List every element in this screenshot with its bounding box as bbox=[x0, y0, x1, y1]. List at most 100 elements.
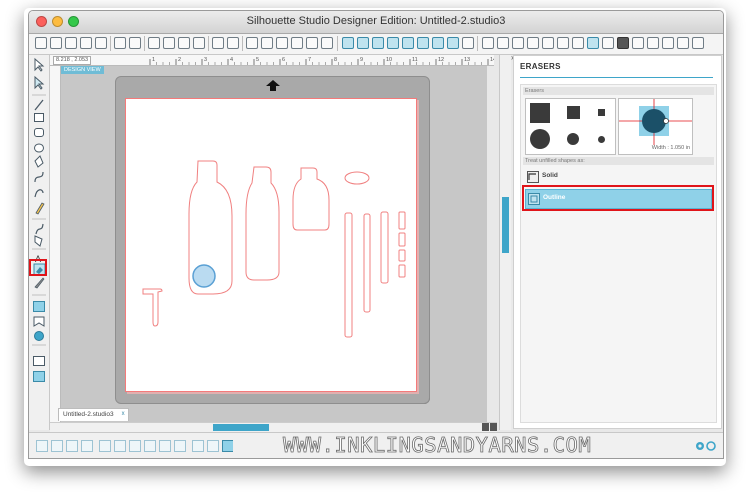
layer-panel-icon[interactable] bbox=[222, 440, 234, 452]
fill-gradient-icon[interactable] bbox=[402, 37, 414, 49]
modify-icon[interactable] bbox=[512, 37, 524, 49]
zoom-fit-icon[interactable] bbox=[291, 37, 303, 49]
store-icon[interactable] bbox=[572, 37, 584, 49]
library-tool-icon[interactable] bbox=[33, 356, 45, 366]
scroll-left-icon[interactable] bbox=[482, 423, 489, 431]
cut-view-tool-icon[interactable] bbox=[33, 316, 45, 327]
knife-tool-icon[interactable] bbox=[34, 277, 45, 289]
page-settings-icon[interactable] bbox=[357, 37, 369, 49]
online-store-tool-icon[interactable] bbox=[34, 331, 44, 341]
solid-option-label: Solid bbox=[542, 172, 558, 179]
open-library-icon[interactable] bbox=[65, 37, 77, 49]
ellipse-tool-icon[interactable] bbox=[34, 143, 44, 153]
panel-toggle-icon[interactable] bbox=[692, 37, 704, 49]
close-tab-icon[interactable]: x bbox=[122, 408, 125, 420]
eraser-toolbar-icon[interactable] bbox=[662, 37, 674, 49]
design-view-tool-icon[interactable] bbox=[33, 301, 45, 312]
select-arrow-icon[interactable] bbox=[34, 57, 45, 72]
zoom-in-icon[interactable] bbox=[261, 37, 273, 49]
bring-to-front-icon[interactable] bbox=[129, 440, 141, 452]
rounded-rectangle-tool-icon[interactable] bbox=[34, 128, 44, 137]
line-tool-icon[interactable] bbox=[34, 99, 44, 111]
grid-settings-icon[interactable] bbox=[342, 37, 354, 49]
zoom-drag-icon[interactable] bbox=[306, 37, 318, 49]
freehand-tool-icon[interactable] bbox=[35, 223, 44, 235]
ungroup-icon[interactable] bbox=[51, 440, 63, 452]
medium-square-eraser-option[interactable] bbox=[567, 106, 580, 119]
zoom-out-icon[interactable] bbox=[276, 37, 288, 49]
line-color-icon[interactable] bbox=[432, 37, 444, 49]
trace-icon[interactable] bbox=[542, 37, 554, 49]
design-canvas[interactable]: DESIGN VIEW bbox=[61, 66, 487, 426]
eraser-width-preview[interactable]: Width : 1.050 in bbox=[618, 98, 693, 155]
open-folder-icon[interactable] bbox=[50, 37, 62, 49]
delete-icon[interactable] bbox=[114, 440, 126, 452]
phone-sync-icon[interactable] bbox=[617, 37, 629, 49]
print-icon[interactable] bbox=[114, 37, 126, 49]
small-round-eraser-option[interactable] bbox=[598, 136, 605, 143]
new-document-icon[interactable] bbox=[35, 37, 47, 49]
save-icon[interactable] bbox=[80, 37, 92, 49]
layers-icon[interactable] bbox=[647, 37, 659, 49]
zoom-to-page-icon[interactable] bbox=[321, 37, 333, 49]
weld-icon[interactable] bbox=[192, 440, 204, 452]
smooth-freehand-tool-icon[interactable] bbox=[34, 235, 43, 247]
knife-toolbar-icon[interactable] bbox=[677, 37, 689, 49]
document-tab[interactable]: Untitled-2.studio3 x bbox=[58, 408, 129, 421]
mirror-icon[interactable] bbox=[207, 440, 219, 452]
bring-forward-icon[interactable] bbox=[159, 440, 171, 452]
eraser-width-readout: Width : 1.050 in bbox=[651, 145, 690, 151]
paste-icon[interactable] bbox=[163, 37, 175, 49]
resize-handle-icon[interactable] bbox=[663, 118, 669, 124]
replicate-icon[interactable] bbox=[497, 37, 509, 49]
library-icon[interactable] bbox=[587, 37, 599, 49]
large-round-eraser-option[interactable] bbox=[530, 129, 550, 149]
paste-in-front-icon[interactable] bbox=[193, 37, 205, 49]
text-style-icon[interactable] bbox=[462, 37, 474, 49]
make-compound-path-icon[interactable] bbox=[66, 440, 78, 452]
save-as-icon[interactable] bbox=[95, 37, 107, 49]
refresh-icon[interactable] bbox=[706, 441, 716, 451]
fill-color-icon[interactable] bbox=[387, 37, 399, 49]
design-view-icon[interactable] bbox=[602, 37, 614, 49]
fragment-shape bbox=[142, 288, 163, 327]
horizontal-scrollbar[interactable] bbox=[50, 422, 497, 432]
release-compound-path-icon[interactable] bbox=[81, 440, 93, 452]
transform-icon[interactable] bbox=[482, 37, 494, 49]
send-to-cutter-icon[interactable] bbox=[129, 37, 141, 49]
media-icon[interactable] bbox=[632, 37, 644, 49]
duplicate-icon[interactable] bbox=[99, 440, 111, 452]
send-to-back-icon[interactable] bbox=[144, 440, 156, 452]
media-tool-icon[interactable] bbox=[33, 371, 45, 382]
scroll-right-icon[interactable] bbox=[490, 423, 497, 431]
medium-round-eraser-option[interactable] bbox=[567, 133, 579, 145]
cut-icon[interactable] bbox=[178, 37, 190, 49]
arc-tool-icon[interactable] bbox=[34, 189, 44, 198]
fill-pattern-icon[interactable] bbox=[417, 37, 429, 49]
redo-icon[interactable] bbox=[227, 37, 239, 49]
line-style-icon[interactable] bbox=[447, 37, 459, 49]
pencil-tool-icon[interactable] bbox=[35, 202, 45, 215]
cut-shapes[interactable] bbox=[61, 66, 487, 426]
solid-option[interactable]: Solid bbox=[525, 169, 710, 185]
rectangle-tool-icon[interactable] bbox=[34, 113, 44, 122]
group-icon[interactable] bbox=[36, 440, 48, 452]
vertical-scrollbar[interactable] bbox=[499, 55, 511, 430]
ruler-tick-label: 4 bbox=[230, 57, 233, 63]
pan-hand-icon[interactable] bbox=[246, 37, 258, 49]
curve-tool-icon[interactable] bbox=[34, 171, 44, 183]
send-backward-icon[interactable] bbox=[174, 440, 186, 452]
small-square-eraser-option[interactable] bbox=[598, 109, 605, 116]
undo-icon[interactable] bbox=[212, 37, 224, 49]
copy-icon[interactable] bbox=[148, 37, 160, 49]
point-edit-icon[interactable] bbox=[34, 75, 45, 90]
polygon-tool-icon[interactable] bbox=[34, 155, 44, 168]
large-square-eraser-option[interactable] bbox=[530, 103, 550, 123]
registration-marks-icon[interactable] bbox=[372, 37, 384, 49]
offset-icon[interactable] bbox=[527, 37, 539, 49]
ruler-tick-label: 8 bbox=[334, 57, 337, 63]
cut-settings-icon[interactable] bbox=[557, 37, 569, 49]
vertical-scroll-thumb[interactable] bbox=[502, 197, 509, 253]
horizontal-scroll-thumb[interactable] bbox=[213, 424, 269, 431]
settings-gear-icon[interactable] bbox=[696, 442, 704, 450]
